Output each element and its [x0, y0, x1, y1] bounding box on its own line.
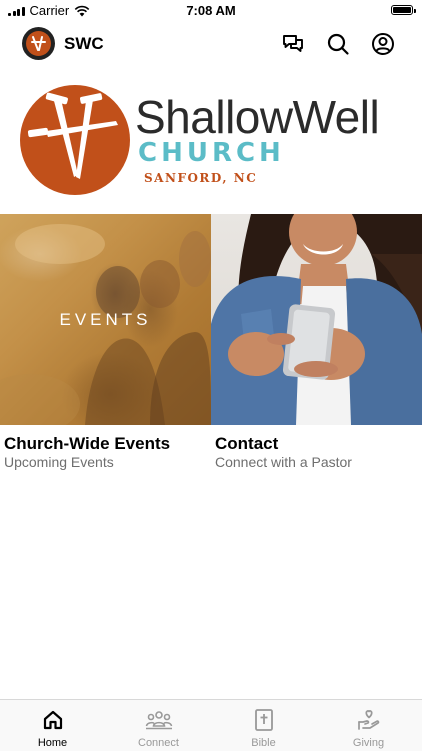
- app-header: SWC: [0, 24, 422, 64]
- battery-cap: [414, 8, 416, 13]
- tab-bar: Home Connect Bible Giving: [0, 699, 422, 751]
- events-image: EVENTS: [0, 214, 211, 425]
- church-avatar-logo: [26, 31, 51, 56]
- events-card[interactable]: EVENTS Church-Wide Events Upcoming Event…: [0, 214, 211, 470]
- chat-icon[interactable]: [281, 32, 305, 56]
- status-bar: Carrier 7:08 AM: [0, 0, 422, 22]
- church-logo: ShallowWell CHURCH SANFORD, NC: [20, 84, 405, 196]
- tab-home-label: Home: [37, 737, 68, 749]
- bible-icon: [211, 708, 316, 732]
- contact-image: [211, 214, 422, 425]
- app-title: SWC: [64, 34, 104, 53]
- profile-icon[interactable]: [371, 32, 395, 56]
- tab-bible-label: Bible: [251, 737, 276, 749]
- tab-giving-label: Giving: [352, 737, 385, 749]
- events-overlay-text: EVENTS: [59, 310, 152, 329]
- tab-connect-label: Connect: [138, 737, 179, 749]
- logo-location-text: SANFORD, NC: [144, 171, 258, 185]
- people-icon: [106, 708, 211, 732]
- status-time: 7:08 AM: [186, 3, 236, 18]
- events-card-subtitle: Upcoming Events: [4, 454, 114, 470]
- battery-icon: [391, 5, 416, 15]
- contact-card[interactable]: Contact Connect with a Pastor: [211, 214, 422, 470]
- events-card-title: Church-Wide Events: [4, 434, 171, 453]
- contact-card-subtitle: Connect with a Pastor: [215, 454, 352, 470]
- search-icon[interactable]: [326, 32, 350, 56]
- nails-cross-icon: [20, 85, 130, 195]
- tab-giving[interactable]: Giving: [316, 700, 421, 751]
- home-icon: [0, 708, 105, 732]
- logo-name-text: ShallowWell: [135, 91, 380, 143]
- logo-church-text: CHURCH: [138, 138, 285, 168]
- tab-home[interactable]: Home: [0, 700, 105, 751]
- contact-card-title: Contact: [215, 434, 279, 453]
- giving-hand-icon: [316, 708, 421, 732]
- tab-connect[interactable]: Connect: [106, 700, 211, 751]
- church-avatar[interactable]: [22, 27, 55, 60]
- battery-fill: [393, 7, 411, 13]
- tab-bible[interactable]: Bible: [211, 700, 316, 751]
